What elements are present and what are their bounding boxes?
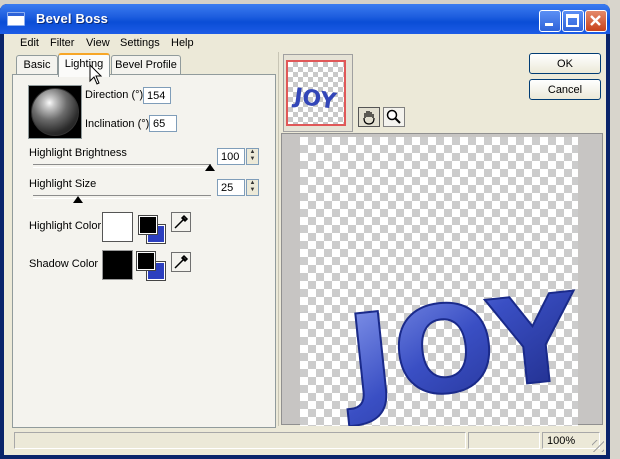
highlight-eyedropper-button[interactable] <box>171 212 191 232</box>
shadow-color-swatch[interactable] <box>102 250 133 280</box>
thumbnail-navigator[interactable]: JOY <box>286 60 346 126</box>
close-icon <box>590 15 601 26</box>
highlight-size-spinner[interactable]: ▲ ▼ <box>246 179 259 196</box>
thumbnail-joy-image: JOY <box>291 84 339 115</box>
highlight-color-label: Highlight Color <box>29 220 102 232</box>
direction-input[interactable]: 154 <box>143 87 171 104</box>
pan-tool-button[interactable] <box>358 107 380 127</box>
eyedropper-icon <box>174 254 189 269</box>
svg-text:JOY: JOY <box>291 84 339 115</box>
ok-button[interactable]: OK <box>529 53 601 74</box>
highlight-brightness-slider-thumb[interactable] <box>205 164 215 171</box>
highlight-brightness-slider-track[interactable] <box>33 164 211 168</box>
preview-canvas[interactable]: JOY <box>300 137 578 426</box>
highlight-size-label: Highlight Size <box>29 178 97 190</box>
pane-divider[interactable] <box>278 52 279 426</box>
maximize-icon <box>566 14 579 27</box>
highlight-size-input[interactable]: 25 <box>217 179 245 196</box>
shadow-eyedropper-button[interactable] <box>171 252 191 272</box>
menu-settings[interactable]: Settings <box>120 37 160 49</box>
highlight-primary-color[interactable] <box>138 215 158 235</box>
resize-grip[interactable] <box>592 440 604 452</box>
tab-bevel-profile[interactable]: Bevel Profile <box>111 55 181 75</box>
highlight-brightness-label: Highlight Brightness <box>29 147 127 159</box>
status-panel-main <box>14 432 466 449</box>
hand-icon <box>363 111 375 125</box>
light-direction-sphere[interactable] <box>31 88 79 136</box>
svg-text:JOY: JOY <box>335 268 578 426</box>
eyedropper-icon <box>174 214 189 229</box>
zoom-tool-button[interactable] <box>383 107 405 127</box>
menu-filter[interactable]: Filter <box>50 37 74 49</box>
inclination-input[interactable]: 65 <box>149 115 177 132</box>
window-title: Bevel Boss <box>36 11 109 26</box>
menu-edit[interactable]: Edit <box>20 37 39 49</box>
status-panel-info <box>468 432 540 449</box>
minimize-button[interactable] <box>539 10 561 32</box>
menu-help[interactable]: Help <box>171 37 194 49</box>
tab-basic[interactable]: Basic <box>16 55 58 75</box>
minimize-icon <box>545 23 553 26</box>
joy-bevel-image: JOY <box>334 267 578 426</box>
menu-view[interactable]: View <box>86 37 110 49</box>
highlight-size-slider-track[interactable] <box>33 195 211 199</box>
mouse-cursor-icon <box>89 64 103 85</box>
highlight-color-swatch[interactable] <box>102 212 133 242</box>
shadow-primary-color[interactable] <box>136 251 156 271</box>
close-button[interactable] <box>585 10 607 32</box>
highlight-brightness-input[interactable]: 100 <box>217 148 245 165</box>
direction-label: Direction (°) <box>85 89 144 101</box>
inclination-label: Inclination (°) <box>85 118 150 130</box>
maximize-button[interactable] <box>562 10 584 32</box>
shadow-color-label: Shadow Color <box>29 258 99 270</box>
highlight-size-slider-thumb[interactable] <box>73 196 83 203</box>
app-icon <box>7 12 25 26</box>
cancel-button[interactable]: Cancel <box>529 79 601 100</box>
highlight-brightness-spinner[interactable]: ▲ ▼ <box>246 148 259 165</box>
magnifier-icon <box>386 109 401 124</box>
